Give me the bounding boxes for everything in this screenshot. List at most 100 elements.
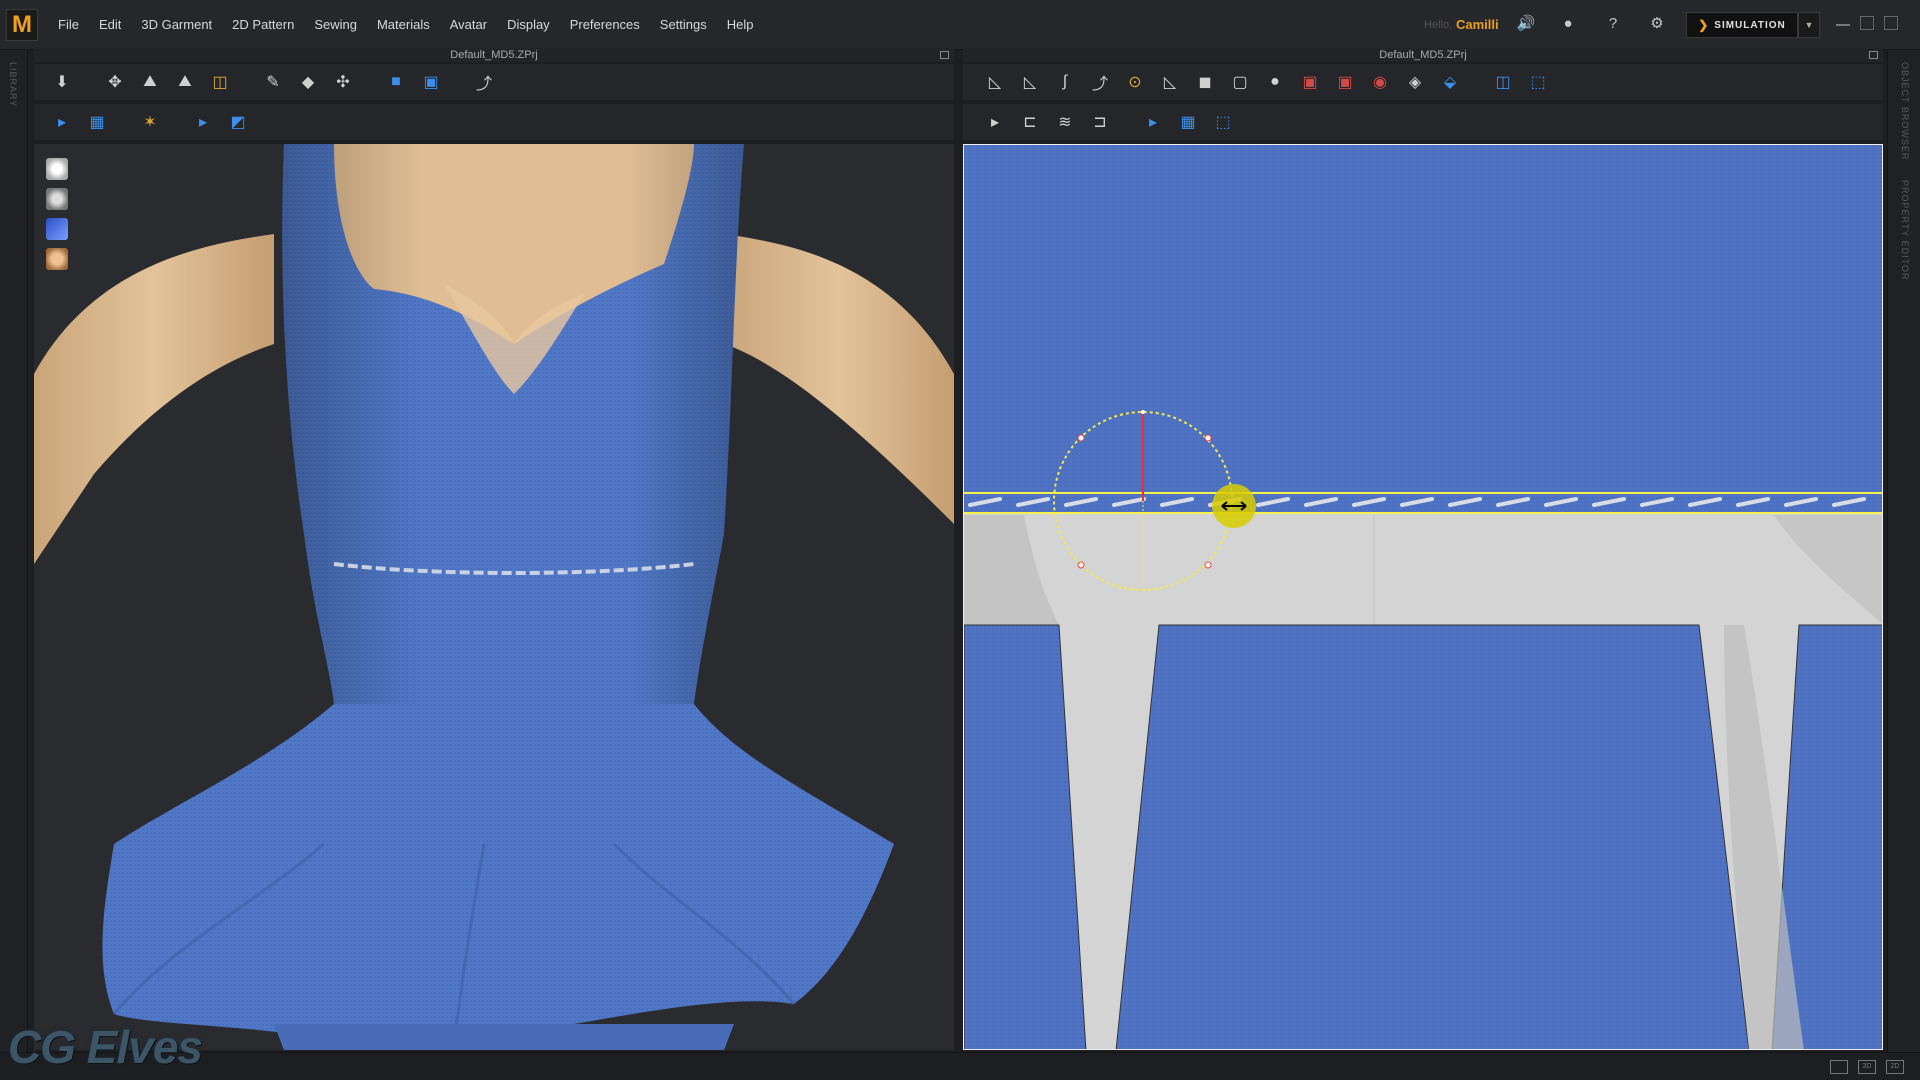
free-sewing-icon[interactable]: ⊏ <box>1016 108 1044 136</box>
circle-icon[interactable]: ● <box>1261 68 1289 96</box>
avatar-back-icon[interactable]: ▣ <box>417 68 445 96</box>
sewing-edit-icon[interactable]: ◫ <box>1489 68 1517 96</box>
polygon-icon[interactable]: ◺ <box>1016 68 1044 96</box>
rectangle-icon[interactable]: ◼ <box>1191 68 1219 96</box>
property-editor-label: PROPERTY EDITOR <box>1900 180 1910 281</box>
object-browser-strip[interactable]: OBJECT BROWSER PROPERTY EDITOR <box>1887 50 1920 1052</box>
square-icon[interactable]: ▢ <box>1226 68 1254 96</box>
menu-file[interactable]: File <box>48 0 89 50</box>
simulation-button[interactable]: ❯ SIMULATION <box>1686 12 1798 38</box>
viewport-2d[interactable] <box>963 144 1883 1050</box>
checker-2d-icon[interactable]: ▦ <box>1174 108 1202 136</box>
library-strip[interactable]: LIBRARY <box>0 50 28 1052</box>
menu-bar: M File Edit 3D Garment 2D Pattern Sewing… <box>0 0 1920 50</box>
unfold-icon[interactable]: ⬚ <box>1209 108 1237 136</box>
pattern-piece-skirt-left[interactable] <box>964 624 1087 1050</box>
close-button[interactable] <box>1884 16 1898 30</box>
minimize-button[interactable] <box>1836 24 1850 26</box>
curve-icon[interactable]: ∫ <box>1051 68 1079 96</box>
gizmo-tack-icon[interactable]: ◫ <box>206 68 234 96</box>
avatar-front-icon[interactable]: ■ <box>382 68 410 96</box>
menu-sewing[interactable]: Sewing <box>304 0 367 50</box>
segment-sewing-icon[interactable]: ▸ <box>981 108 1009 136</box>
settings-icon[interactable]: ⚙ <box>1647 14 1667 34</box>
layout-split-icon[interactable] <box>1830 1060 1848 1074</box>
pattern-piece-bodice[interactable] <box>964 145 1883 495</box>
menu-settings[interactable]: Settings <box>650 0 717 50</box>
internal-circle-icon[interactable]: ◉ <box>1366 68 1394 96</box>
fabric-show-icon[interactable]: ◩ <box>224 108 252 136</box>
toolbar-2d-row2: ▸ ⊏ ≋ ⊐ ▸ ▦ ⬚ <box>963 104 1883 140</box>
menu-2d-pattern[interactable]: 2D Pattern <box>222 0 304 50</box>
pin-icon[interactable]: ✎ <box>259 68 287 96</box>
segment-edit-icon[interactable]: ◺ <box>981 68 1009 96</box>
show-skin-icon[interactable] <box>46 248 68 270</box>
menu-display[interactable]: Display <box>497 0 560 50</box>
mode-dropdown-button[interactable]: ▼ <box>1798 12 1820 38</box>
help-icon[interactable]: ? <box>1603 14 1623 34</box>
curve-point-icon[interactable]: ⤴ <box>1086 68 1114 96</box>
main-menu: File Edit 3D Garment 2D Pattern Sewing M… <box>48 0 764 50</box>
edit-texture-2d-icon[interactable]: ▸ <box>1139 108 1167 136</box>
transform-move-icon[interactable]: ✥ <box>101 68 129 96</box>
menu-materials[interactable]: Materials <box>367 0 440 50</box>
avatar-right-arm <box>724 234 954 524</box>
edit-curvature-icon[interactable]: ◺ <box>1156 68 1184 96</box>
trace-icon[interactable]: ⬙ <box>1436 68 1464 96</box>
ghost-pattern-right <box>1774 515 1882 624</box>
panel-3d-title: Default_MD5.ZPrj <box>34 48 954 62</box>
dress-lower-skirt <box>274 1024 734 1050</box>
select-mesh-icon[interactable]: ◆ <box>294 68 322 96</box>
check-sewing-icon[interactable]: ⊐ <box>1086 108 1114 136</box>
fold-icon[interactable]: ⛰ <box>171 68 199 96</box>
multi-sewing-icon[interactable]: ≋ <box>1051 108 1079 136</box>
panel-3d-restore-icon[interactable] <box>940 51 949 59</box>
watermark-logo: CG Elves <box>8 1021 203 1073</box>
menu-help[interactable]: Help <box>717 0 764 50</box>
object-browser-label: OBJECT BROWSER <box>1900 62 1910 161</box>
status-bar: 3D 2D <box>0 1052 1920 1080</box>
layout-2d-icon[interactable]: 2D <box>1886 1060 1904 1074</box>
simulation-chevron-icon: ❯ <box>1698 18 1709 32</box>
user-profile-icon[interactable]: ● <box>1558 14 1578 34</box>
app-window: M File Edit 3D Garment 2D Pattern Sewing… <box>0 0 1920 1080</box>
menu-preferences[interactable]: Preferences <box>560 0 650 50</box>
app-logo: M <box>6 9 38 41</box>
internal-rect-icon[interactable]: ▣ <box>1331 68 1359 96</box>
darts-icon[interactable]: ◈ <box>1401 68 1429 96</box>
avatar-visibility-toolbar <box>46 158 68 270</box>
show-garment-icon[interactable] <box>46 158 68 180</box>
menu-edit[interactable]: Edit <box>89 0 131 50</box>
add-point-icon[interactable]: ⊙ <box>1121 68 1149 96</box>
menu-avatar[interactable]: Avatar <box>440 0 497 50</box>
pattern-piece-skirt-center[interactable] <box>1115 624 1750 1050</box>
select-fabric-icon[interactable]: ▸ <box>189 108 217 136</box>
library-label: LIBRARY <box>8 62 18 108</box>
show-avatar-icon[interactable] <box>46 188 68 210</box>
arrangement-point-icon[interactable]: ✶ <box>136 108 164 136</box>
seam-allowance-icon[interactable]: ⬚ <box>1524 68 1552 96</box>
maximize-button[interactable] <box>1860 16 1874 30</box>
panel-2d-restore-icon[interactable] <box>1869 51 1878 59</box>
viewport-3d[interactable] <box>34 144 954 1050</box>
edit-texture-icon[interactable]: ▸ <box>48 108 76 136</box>
checker-icon[interactable]: ▦ <box>83 108 111 136</box>
panel-2d-title: Default_MD5.ZPrj <box>963 48 1883 62</box>
menu-3d-garment[interactable]: 3D Garment <box>131 0 222 50</box>
avatar-left-arm <box>34 234 274 564</box>
fold-arrangement-icon[interactable]: ⛰ <box>136 68 164 96</box>
fold-line-icon[interactable]: ⤴ <box>470 68 498 96</box>
speaker-icon[interactable]: 🔊 <box>1516 14 1536 34</box>
username[interactable]: Camilli <box>1456 17 1499 32</box>
measure-avatar-icon[interactable]: ✣ <box>329 68 357 96</box>
layout-3d-icon[interactable]: 3D <box>1858 1060 1876 1074</box>
toolbar-2d-row1: ◺ ◺ ∫ ⤴ ⊙ ◺ ◼ ▢ ● ▣ ▣ ◉ ◈ ⬙ ◫ ⬚ <box>963 64 1883 100</box>
toolbar-3d-row1: ⬇ ✥ ⛰ ⛰ ◫ ✎ ◆ ✣ ■ ▣ ⤴ <box>34 64 954 100</box>
internal-polygon-icon[interactable]: ▣ <box>1296 68 1324 96</box>
bodice-shading <box>282 144 744 704</box>
pattern-2d-canvas <box>964 145 1883 1050</box>
import-arrow-icon[interactable]: ⬇ <box>48 68 76 96</box>
show-fabric-icon[interactable] <box>46 218 68 240</box>
simulation-label: SIMULATION <box>1714 19 1786 31</box>
ghost-pattern-left <box>964 515 1059 625</box>
